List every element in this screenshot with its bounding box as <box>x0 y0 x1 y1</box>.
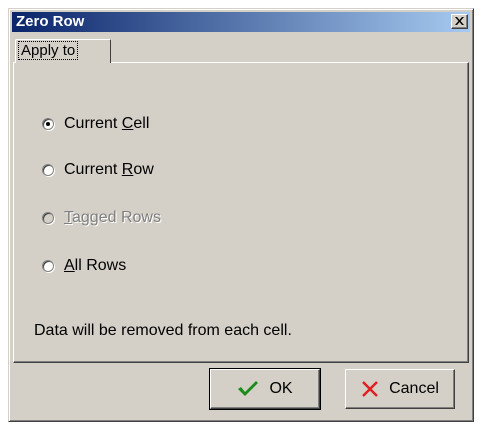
x-icon <box>361 380 379 398</box>
radio-label: Current Row <box>64 161 154 178</box>
radio-current-cell[interactable]: Current Cell <box>42 114 149 134</box>
radio-indicator <box>42 212 54 224</box>
radio-selected-dot <box>46 122 50 126</box>
radio-current-row[interactable]: Current Row <box>42 160 154 180</box>
close-button[interactable] <box>451 14 468 29</box>
radio-label: All Rows <box>64 257 127 274</box>
radio-all-rows[interactable]: All Rows <box>42 256 126 276</box>
tab-label: Apply to <box>17 41 79 60</box>
zero-row-dialog: Zero Row Apply to Current Cell Current R… <box>8 8 474 422</box>
radio-indicator[interactable] <box>42 260 54 272</box>
radio-label: Current Cell <box>64 115 150 132</box>
close-icon <box>455 17 464 25</box>
radio-tagged-rows: Tagged Rows <box>42 208 161 228</box>
info-text: Data will be removed from each cell. <box>34 322 292 339</box>
window-title: Zero Row <box>16 13 85 30</box>
tab-panel: Current Cell Current Row Tagged Rows All… <box>13 62 469 363</box>
radio-indicator[interactable] <box>42 118 54 130</box>
cancel-button[interactable]: Cancel <box>345 369 455 409</box>
radio-label: Tagged Rows <box>64 209 161 226</box>
tab-apply-to[interactable]: Apply to <box>15 39 111 63</box>
ok-label: OK <box>269 380 293 397</box>
ok-button[interactable]: OK <box>209 368 321 410</box>
cancel-label: Cancel <box>389 380 439 397</box>
radio-indicator[interactable] <box>42 164 54 176</box>
title-bar[interactable]: Zero Row <box>12 12 470 32</box>
checkmark-icon <box>237 380 259 398</box>
